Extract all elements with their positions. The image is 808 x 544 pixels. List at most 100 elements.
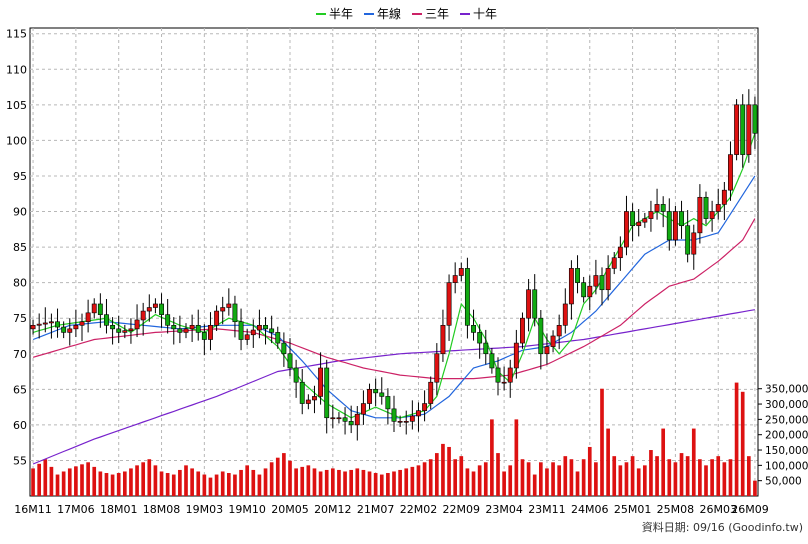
candle-body bbox=[360, 403, 366, 415]
candle-body bbox=[263, 325, 268, 330]
candle-body bbox=[556, 325, 562, 337]
volume-bar bbox=[129, 468, 133, 496]
volume-bar bbox=[349, 469, 354, 496]
candle-body bbox=[177, 328, 183, 333]
volume-tick-label: 150,000 bbox=[765, 445, 808, 457]
date-tick-label: 21M07 bbox=[357, 503, 395, 516]
volume-bar bbox=[691, 428, 696, 496]
volume-bar bbox=[465, 468, 470, 496]
volume-bar bbox=[453, 459, 458, 496]
volume-bar bbox=[361, 469, 366, 496]
chart-canvas: 55 60 65 70 75 80 85 90 95 100 105 110 115 50,000 100,… bbox=[0, 0, 808, 540]
volume-bar bbox=[220, 471, 225, 496]
candle-body bbox=[391, 408, 397, 422]
volume-bar bbox=[520, 459, 525, 496]
candle-body bbox=[409, 415, 415, 422]
candle-body bbox=[422, 403, 428, 411]
candle-body bbox=[685, 225, 691, 255]
volume-bar bbox=[67, 468, 72, 496]
volume-bar bbox=[447, 446, 451, 496]
candle-body bbox=[30, 325, 36, 330]
volume-bar bbox=[557, 465, 562, 496]
price-tick-label: 95 bbox=[13, 170, 27, 183]
volume-bar bbox=[318, 471, 323, 496]
candle-body bbox=[232, 303, 238, 323]
candle-body bbox=[666, 211, 672, 241]
price-tick-label: 65 bbox=[13, 383, 27, 396]
volume-bar bbox=[159, 471, 164, 496]
volume-bar bbox=[74, 466, 78, 496]
candle-body bbox=[526, 289, 532, 319]
candle-body bbox=[214, 310, 220, 326]
volume-bar bbox=[355, 468, 360, 496]
volume-bar bbox=[612, 456, 617, 496]
volume-bar bbox=[49, 466, 54, 496]
candle-body bbox=[342, 417, 348, 422]
candle-body bbox=[507, 367, 513, 383]
volume-bar bbox=[294, 468, 298, 496]
candle-body bbox=[85, 312, 91, 323]
candle-body bbox=[562, 303, 568, 326]
volume-bar bbox=[649, 450, 653, 496]
price-tick-label: 60 bbox=[13, 419, 27, 432]
date-tick-label: 23M04 bbox=[485, 503, 523, 516]
date-tick-label: 22M09 bbox=[443, 503, 481, 516]
candle-body bbox=[293, 367, 299, 383]
volume-bar bbox=[373, 473, 378, 496]
candle-body bbox=[446, 282, 452, 326]
candle-body bbox=[367, 389, 372, 404]
candle-body bbox=[281, 342, 287, 355]
candle-body bbox=[385, 396, 391, 410]
candle-body bbox=[471, 325, 476, 333]
candle-body bbox=[660, 204, 666, 212]
stock-chart: 55 60 65 70 75 80 85 90 95 100 105 110 115 50,000 100,… bbox=[0, 0, 808, 540]
date-tick-label: 18M08 bbox=[143, 503, 181, 516]
volume-bar bbox=[324, 469, 329, 496]
candle-body bbox=[593, 275, 599, 287]
candle-body bbox=[672, 211, 678, 241]
volume-bar bbox=[196, 471, 201, 496]
candle-body bbox=[67, 328, 73, 333]
volume-bar bbox=[306, 465, 311, 496]
candle-body bbox=[697, 196, 703, 234]
volume-bar bbox=[233, 474, 237, 496]
candle-body bbox=[354, 413, 360, 426]
price-tick-label: 55 bbox=[13, 454, 27, 467]
volume-bar bbox=[673, 462, 678, 496]
volume-bar bbox=[239, 469, 243, 496]
volume-bar bbox=[526, 462, 531, 496]
volume-tick-label: 200,000 bbox=[765, 430, 808, 442]
candle-body bbox=[538, 317, 544, 355]
volume-bar bbox=[428, 459, 433, 496]
volume-tick-label: 300,000 bbox=[765, 399, 808, 411]
volume-bar bbox=[636, 468, 641, 496]
candle-body bbox=[691, 232, 697, 255]
candle-body bbox=[42, 322, 48, 325]
volume-bar bbox=[642, 465, 647, 496]
volume-bar bbox=[379, 474, 384, 496]
candle-body bbox=[116, 328, 122, 333]
legend-label: 三年 bbox=[425, 7, 449, 21]
volume-bar bbox=[655, 456, 659, 496]
candle-body bbox=[752, 104, 758, 134]
volume-bar bbox=[135, 465, 139, 496]
volume-bar bbox=[153, 465, 158, 496]
candle-body bbox=[642, 218, 648, 223]
legend-label: 年線 bbox=[377, 6, 401, 21]
candle-body bbox=[152, 303, 158, 308]
date-tick-label: 23M11 bbox=[528, 503, 566, 516]
volume-bar bbox=[245, 465, 250, 496]
candle-body bbox=[183, 328, 189, 333]
candle-body bbox=[611, 257, 617, 269]
candle-body bbox=[728, 154, 733, 191]
volume-bar bbox=[202, 474, 207, 496]
volume-bar bbox=[679, 453, 684, 496]
candle-body bbox=[318, 367, 324, 397]
candle-body bbox=[195, 325, 201, 333]
candle-body bbox=[721, 189, 727, 205]
volume-bar bbox=[704, 465, 708, 496]
volume-bar bbox=[104, 473, 109, 496]
candle-body bbox=[581, 282, 587, 298]
volume-bar bbox=[178, 469, 182, 496]
candle-body bbox=[544, 346, 550, 355]
